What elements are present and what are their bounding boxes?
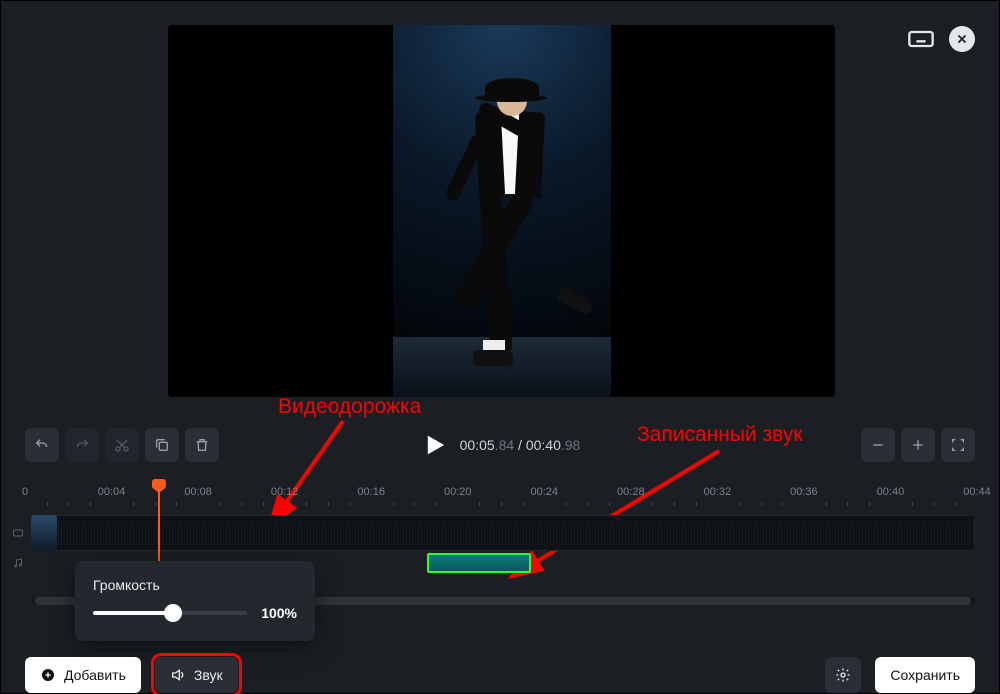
close-button[interactable] bbox=[949, 26, 975, 52]
dancer-figure bbox=[437, 76, 567, 376]
speaker-icon bbox=[170, 667, 186, 683]
fit-button[interactable] bbox=[941, 428, 975, 462]
keyboard-button[interactable] bbox=[907, 25, 935, 53]
volume-slider-knob[interactable] bbox=[164, 604, 182, 622]
ruler-tick: 00:16 bbox=[357, 486, 385, 498]
settings-button[interactable] bbox=[825, 657, 861, 693]
redo-button[interactable] bbox=[65, 428, 99, 462]
zoom-in-button[interactable] bbox=[901, 428, 935, 462]
volume-slider[interactable] bbox=[93, 611, 247, 615]
video-track[interactable] bbox=[31, 515, 975, 551]
time-total: 00:40 bbox=[526, 437, 561, 453]
video-preview[interactable] bbox=[168, 25, 835, 397]
time-current-frac: .84 bbox=[495, 437, 514, 453]
save-button[interactable]: Сохранить bbox=[875, 657, 975, 693]
audio-track-icon bbox=[9, 557, 27, 569]
delete-button[interactable] bbox=[185, 428, 219, 462]
annotation-video-track: Видеодорожка bbox=[278, 395, 421, 419]
ruler-tick: 00:40 bbox=[877, 486, 905, 498]
audio-clip[interactable] bbox=[427, 553, 531, 573]
volume-value: 100% bbox=[261, 605, 297, 621]
ruler-tick: 00:44 bbox=[963, 486, 991, 498]
ruler-tick: 00:20 bbox=[444, 486, 472, 498]
volume-popover: Громкость 100% bbox=[75, 561, 315, 641]
ruler-tick: 00:24 bbox=[531, 486, 559, 498]
video-frame bbox=[393, 25, 611, 397]
play-button[interactable] bbox=[420, 431, 448, 459]
cut-button[interactable] bbox=[105, 428, 139, 462]
volume-label: Громкость bbox=[93, 577, 297, 593]
ruler-tick: 00:36 bbox=[790, 486, 818, 498]
timeline-ruler[interactable]: 0 00:04 00:08 00:12 00:16 00:20 00:24 00:28 00:3… bbox=[25, 486, 975, 510]
undo-button[interactable] bbox=[25, 428, 59, 462]
time-current: 00:05 bbox=[460, 437, 495, 453]
sound-button-label: Звук bbox=[194, 667, 223, 683]
sound-button[interactable]: Звук bbox=[155, 657, 238, 693]
zoom-out-button[interactable] bbox=[861, 428, 895, 462]
add-button-label: Добавить bbox=[64, 667, 126, 683]
ruler-tick: 00:12 bbox=[271, 486, 299, 498]
time-sep: / bbox=[514, 437, 526, 453]
ruler-tick: 00:08 bbox=[184, 486, 212, 498]
add-button[interactable]: Добавить bbox=[25, 657, 141, 693]
ruler-tick: 00:28 bbox=[617, 486, 645, 498]
save-button-label: Сохранить bbox=[890, 667, 960, 683]
video-clip-thumb[interactable] bbox=[31, 515, 57, 551]
video-track-icon bbox=[9, 527, 27, 539]
copy-button[interactable] bbox=[145, 428, 179, 462]
gear-icon bbox=[835, 667, 851, 683]
plus-circle-icon bbox=[40, 667, 56, 683]
ruler-tick: 00:32 bbox=[704, 486, 732, 498]
ruler-tick: 00:04 bbox=[98, 486, 126, 498]
time-total-frac: .98 bbox=[561, 437, 580, 453]
ruler-tick: 0 bbox=[22, 486, 28, 498]
timecode: 00:05.84 / 00:40.98 bbox=[460, 437, 581, 453]
